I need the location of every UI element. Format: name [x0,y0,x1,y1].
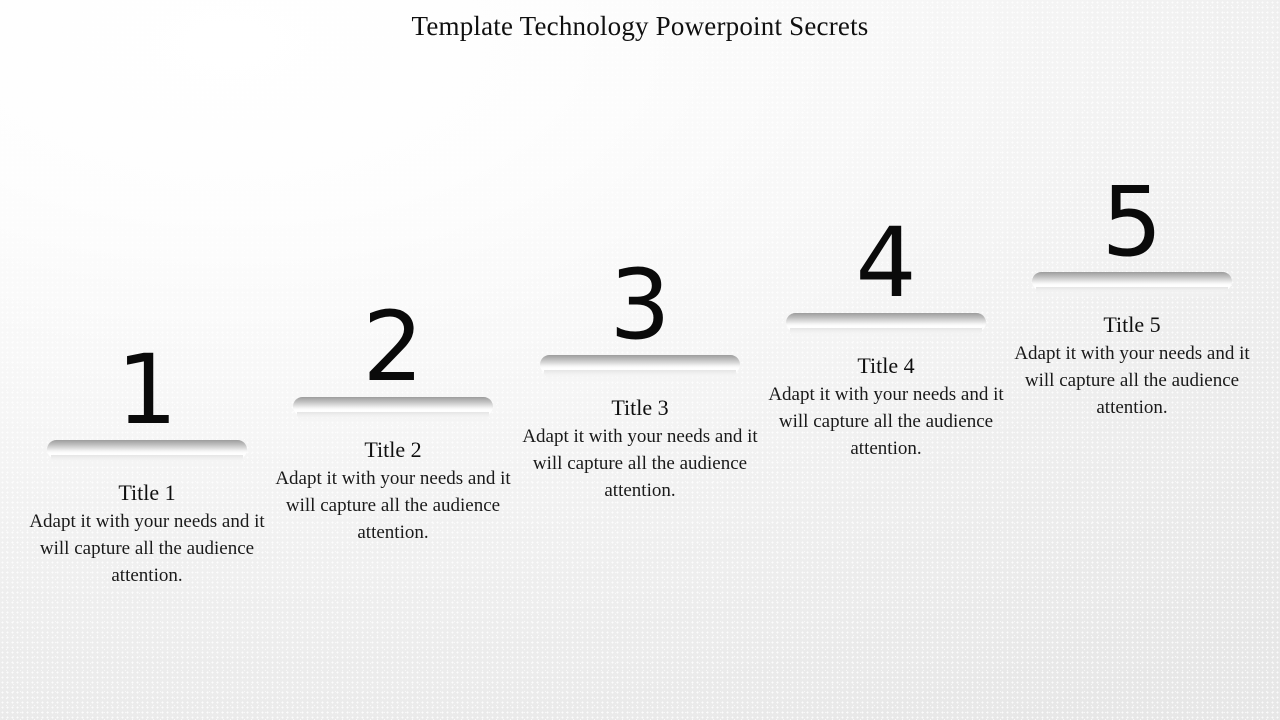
step-description-1: Adapt it with your needs and it will cap… [29,511,265,586]
step-bar-5 [1032,272,1232,298]
step-bar-wrap-5 [1004,272,1260,302]
step-title-2: Title 2 [364,437,422,462]
step-item-2[interactable]: 2 Title 2 Adapt it with your needs and i… [265,297,521,546]
step-item-1[interactable]: 1 Title 1 Adapt it with your needs and i… [19,340,275,589]
step-description-3: Adapt it with your needs and it will cap… [522,426,758,501]
page-title: Template Technology Powerpoint Secrets [411,11,869,41]
step-bar-1 [47,440,247,466]
step-numeral-5: 5 [1101,166,1163,278]
step-description-4: Adapt it with your needs and it will cap… [768,384,1004,459]
step-item-4[interactable]: 4 Title 4 Adapt it with your needs and i… [758,213,1014,462]
step-bar-wrap-1 [19,440,275,470]
step-description-2: Adapt it with your needs and it will cap… [275,468,511,543]
step-numeral-3: 3 [609,249,671,361]
step-bar-4 [786,313,986,339]
step-title-5: Title 5 [1103,312,1161,337]
step-bar-wrap-4 [758,313,1014,343]
step-bar-wrap-3 [512,355,768,385]
step-bar-wrap-2 [265,397,521,427]
step-bar-2 [293,397,493,423]
step-item-3[interactable]: 3 Title 3 Adapt it with your needs and i… [512,255,768,504]
step-numeral-4: 4 [855,207,917,319]
step-item-5[interactable]: 5 Title 5 Adapt it with your needs and i… [1004,172,1260,421]
step-numeral-1: 1 [116,334,178,446]
slide-canvas: Template Technology Powerpoint Secrets 1… [0,0,1280,720]
step-description-5: Adapt it with your needs and it will cap… [1014,343,1250,418]
step-title-4: Title 4 [857,353,915,378]
step-bar-3 [540,355,740,381]
step-title-1: Title 1 [118,480,176,505]
step-numeral-2: 2 [362,291,424,403]
step-title-3: Title 3 [611,395,669,420]
